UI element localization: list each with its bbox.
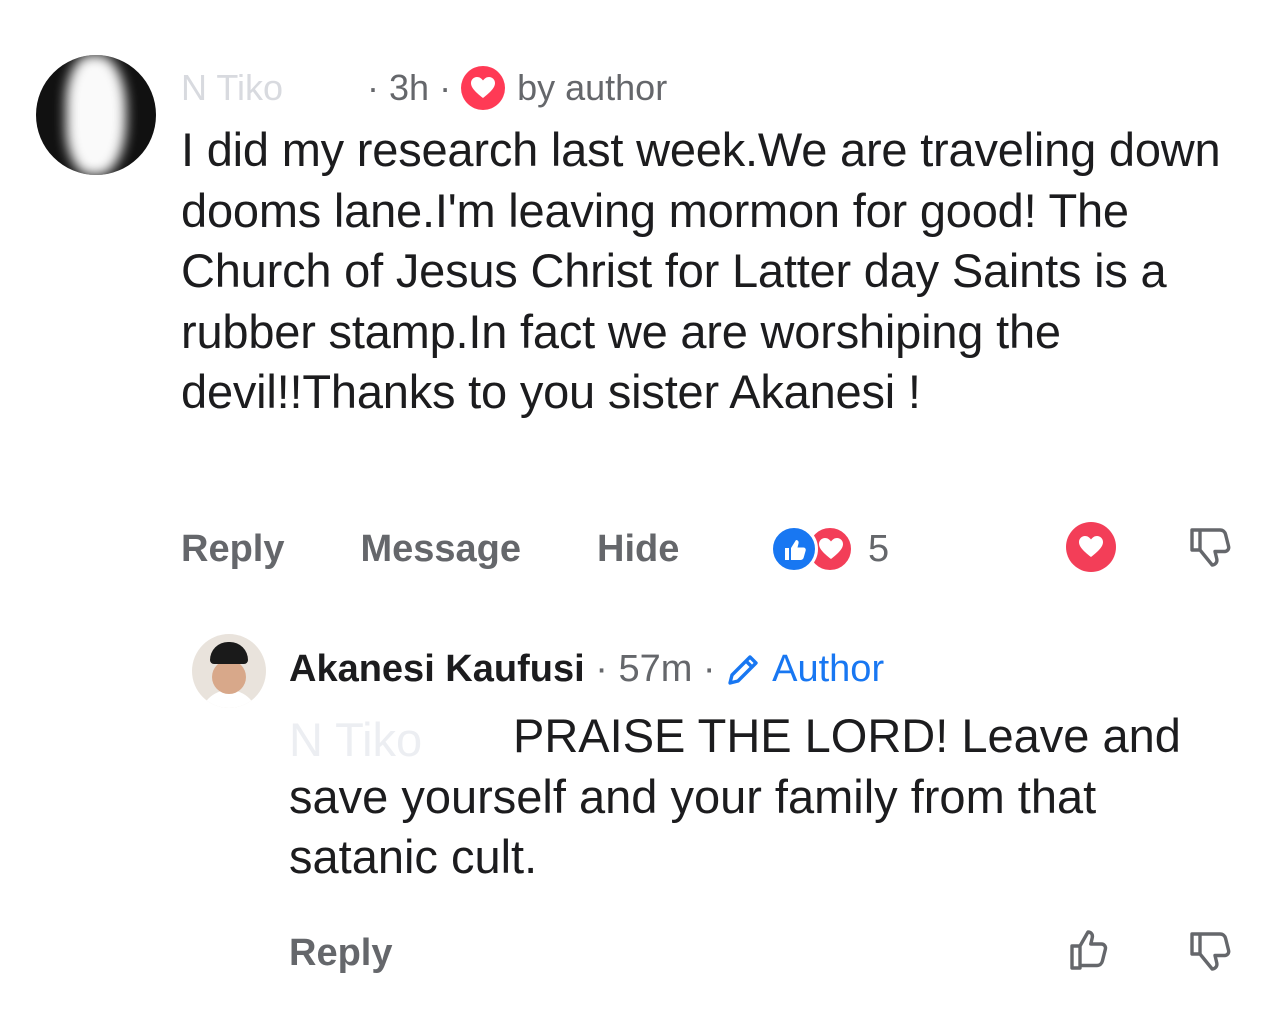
reply-meta: Akanesi Kaufusi · 57m · Author	[289, 647, 885, 691]
love-reaction-button[interactable]	[1066, 522, 1116, 572]
author-badge-label: Author	[772, 647, 885, 690]
message-button[interactable]: Message	[360, 528, 521, 571]
reply-author-avatar[interactable]	[192, 634, 266, 708]
mention-redacted[interactable]: N Tiko	[289, 710, 499, 766]
reaction-count: 5	[868, 527, 890, 570]
comment-text: I did my research last week.We are trave…	[181, 123, 1221, 418]
thumbs-down-icon[interactable]	[1186, 522, 1234, 575]
reply-button[interactable]: Reply	[181, 528, 284, 571]
thumbs-down-icon[interactable]	[1186, 926, 1234, 979]
liked-by-author-label: by author	[517, 67, 668, 108]
reaction-summary[interactable]: 5	[770, 522, 889, 576]
author-badge: Author	[726, 648, 884, 691]
meta-separator: ·	[367, 67, 379, 108]
reply-time: 57m	[618, 647, 693, 690]
reply-text-block: N Tiko PRAISE THE LORD! Leave and save yo…	[289, 706, 1249, 888]
comment-time: 3h	[389, 67, 430, 108]
reply-reply-button[interactable]: Reply	[289, 932, 392, 975]
pencil-icon	[728, 655, 758, 685]
reply-author-name[interactable]: Akanesi Kaufusi	[289, 648, 585, 691]
comment-meta: N Tiko · 3h · by author	[181, 66, 668, 110]
author-heart-icon	[461, 66, 506, 110]
reply-actions: Reply	[289, 926, 392, 980]
hide-button[interactable]: Hide	[597, 528, 679, 571]
commenter-name-redacted[interactable]: N Tiko	[181, 70, 367, 106]
like-icon	[770, 525, 818, 573]
comment-actions: Reply Message Hide	[181, 522, 755, 576]
thumbs-up-icon[interactable]	[1066, 926, 1114, 979]
commenter-avatar[interactable]	[36, 55, 156, 175]
